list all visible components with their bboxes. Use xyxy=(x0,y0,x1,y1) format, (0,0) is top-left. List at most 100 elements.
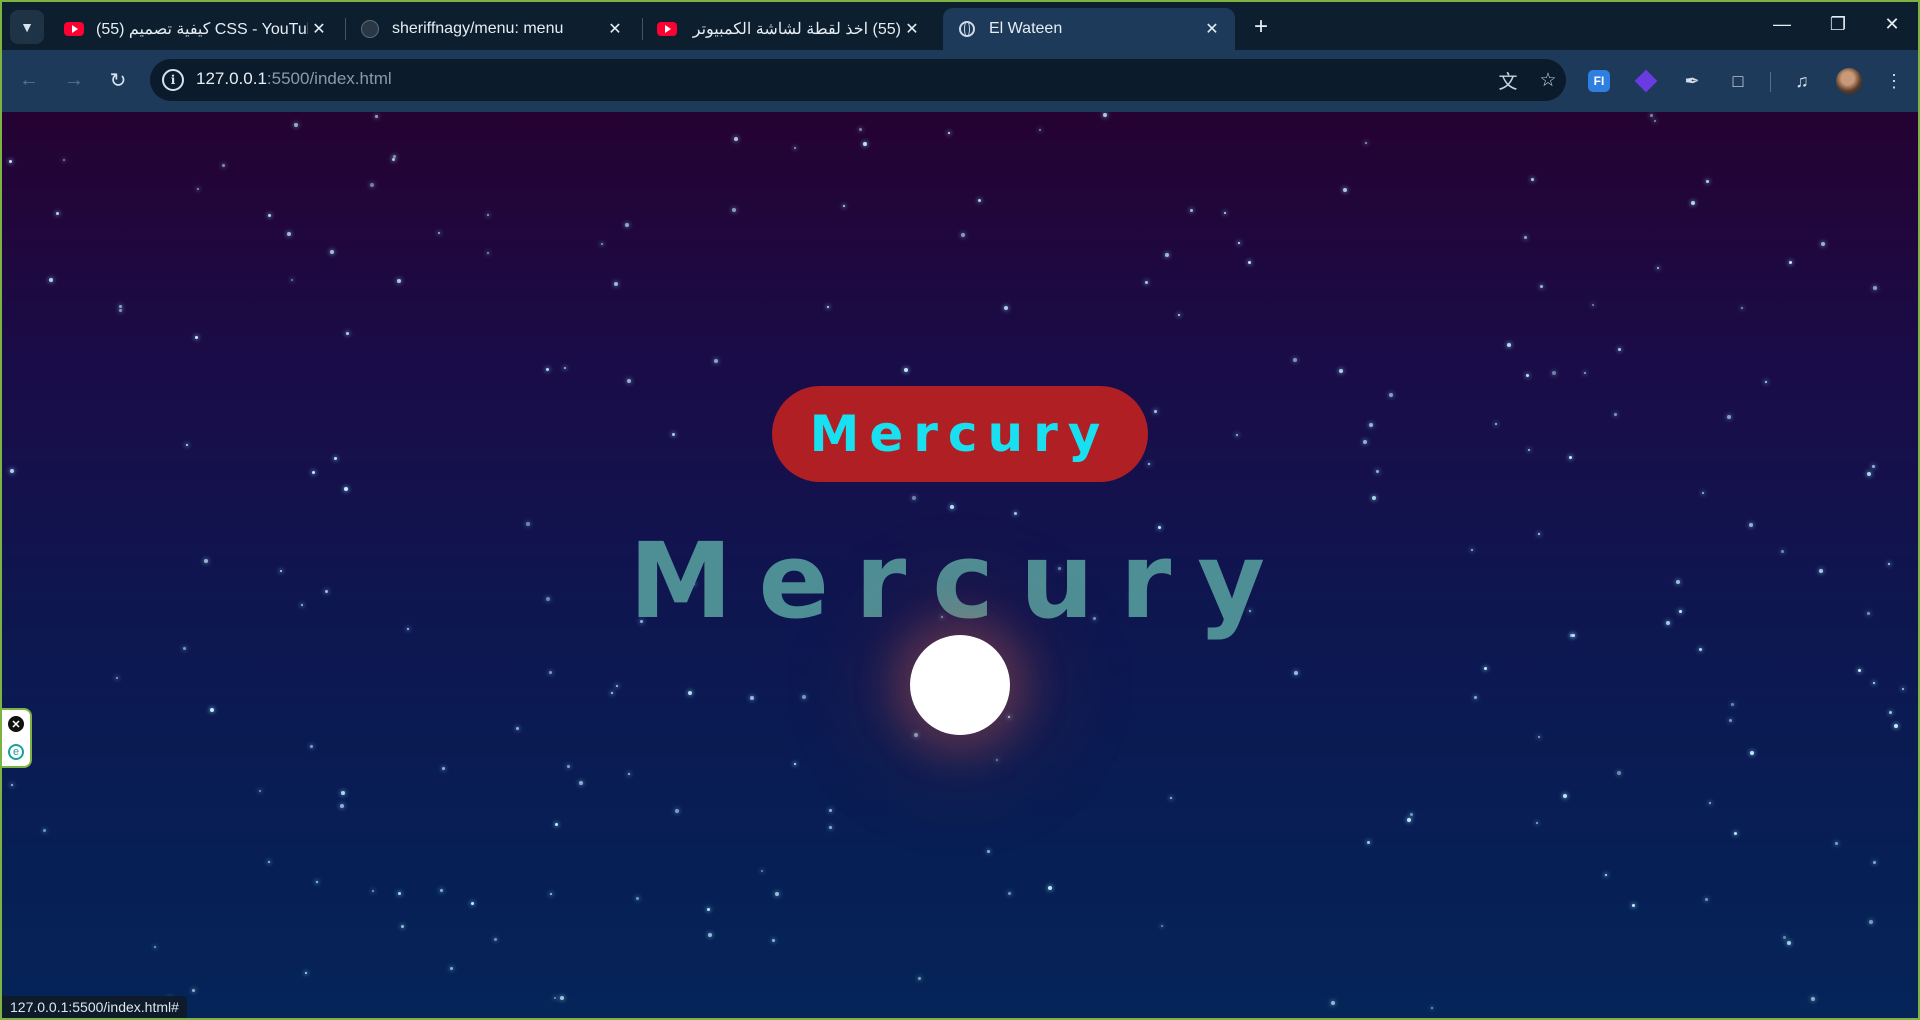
star xyxy=(316,881,318,883)
star xyxy=(1039,129,1041,131)
star xyxy=(1894,724,1898,728)
star xyxy=(222,164,225,167)
star xyxy=(601,243,603,245)
translate-icon[interactable]: 文 xyxy=(1496,68,1520,93)
star xyxy=(829,826,832,829)
restore-icon[interactable]: ❐ xyxy=(1810,2,1866,46)
star xyxy=(675,809,679,813)
new-tab-icon[interactable]: + xyxy=(1246,12,1276,42)
star xyxy=(1293,358,1297,362)
star xyxy=(550,893,552,895)
extension-cube-icon[interactable] xyxy=(1634,69,1658,93)
star xyxy=(628,773,630,775)
star xyxy=(1367,841,1370,844)
close-icon[interactable]: ✕ xyxy=(901,18,923,40)
star xyxy=(1783,936,1786,939)
star xyxy=(750,696,754,700)
star xyxy=(197,188,199,190)
close-icon[interactable]: ✕ xyxy=(604,18,626,40)
tab-youtube-screenshot[interactable]: (55) اخذ لقطة لشاشة الكمبيوتر بـ ✕ xyxy=(643,8,935,50)
star xyxy=(1248,261,1251,264)
star xyxy=(672,433,675,436)
star xyxy=(1789,261,1792,264)
star xyxy=(195,336,198,339)
star xyxy=(616,685,618,687)
star xyxy=(1294,671,1298,675)
kebab-menu-icon[interactable]: ⋮ xyxy=(1880,67,1908,95)
star xyxy=(707,908,710,911)
star xyxy=(1431,1007,1433,1009)
star xyxy=(291,279,293,281)
star xyxy=(1858,669,1861,672)
close-icon[interactable]: ✕ xyxy=(8,716,24,732)
star xyxy=(1592,304,1594,306)
tab-title: (55) اخذ لقطة لشاشة الكمبيوتر بـ xyxy=(689,21,901,38)
star xyxy=(732,208,736,212)
back-icon[interactable]: ← xyxy=(14,65,44,95)
site-info-icon[interactable]: i xyxy=(162,69,184,91)
close-window-icon[interactable]: ✕ xyxy=(1864,2,1918,46)
profile-avatar[interactable] xyxy=(1836,68,1862,94)
star xyxy=(772,939,775,942)
bookmark-star-icon[interactable]: ☆ xyxy=(1536,68,1560,92)
browser-window: ▼ (55) كيفية تصميم CSS - YouTube ✕ sheri… xyxy=(2,2,1918,1018)
star xyxy=(567,765,570,768)
star xyxy=(914,733,918,737)
star xyxy=(192,989,195,992)
star xyxy=(918,977,921,980)
star xyxy=(1654,120,1656,122)
star xyxy=(863,142,867,146)
star xyxy=(1734,832,1737,835)
star xyxy=(1145,281,1148,284)
minimize-icon[interactable]: — xyxy=(1754,2,1810,46)
extension-fi-icon[interactable]: FI xyxy=(1588,70,1610,92)
star xyxy=(734,137,738,141)
star xyxy=(1236,434,1238,436)
star xyxy=(1376,470,1379,473)
youtube-icon xyxy=(64,19,84,39)
star xyxy=(1365,142,1367,144)
star xyxy=(392,158,395,161)
extension-e-icon[interactable]: e xyxy=(8,744,24,760)
extensions-puzzle-icon[interactable]: □ xyxy=(1724,67,1752,95)
star xyxy=(1538,736,1540,738)
star xyxy=(829,809,832,812)
close-icon[interactable]: ✕ xyxy=(308,18,330,40)
forward-icon[interactable]: → xyxy=(59,65,89,95)
star xyxy=(1008,716,1010,718)
address-bar[interactable]: i 127.0.0.1:5500/index.html 文 ☆ xyxy=(150,59,1566,101)
reload-icon[interactable]: ↻ xyxy=(103,65,133,95)
star xyxy=(912,496,916,500)
star xyxy=(1154,410,1157,413)
planet-mercury xyxy=(910,635,1010,735)
star xyxy=(611,692,613,694)
star xyxy=(116,677,118,679)
star xyxy=(450,967,453,970)
star xyxy=(1495,423,1497,425)
tab-el-wateen[interactable]: El Wateen ✕ xyxy=(943,8,1235,50)
close-icon[interactable]: ✕ xyxy=(1201,18,1223,40)
star xyxy=(1474,696,1477,699)
star xyxy=(440,889,443,892)
star xyxy=(340,804,344,808)
tab-search-button[interactable]: ▼ xyxy=(10,10,44,44)
star xyxy=(346,332,349,335)
tab-youtube-css[interactable]: (55) كيفية تصميم CSS - YouTube ✕ xyxy=(50,8,342,50)
youtube-icon xyxy=(657,19,677,39)
mercury-pill-button[interactable]: Mercury xyxy=(772,386,1148,482)
star xyxy=(310,745,313,748)
star xyxy=(1584,372,1586,374)
globe-icon xyxy=(957,19,977,39)
star xyxy=(1552,371,1556,375)
star xyxy=(370,183,374,187)
star xyxy=(1103,113,1107,117)
star xyxy=(1343,188,1347,192)
url-text[interactable]: 127.0.0.1:5500/index.html xyxy=(196,69,392,89)
tab-github-menu[interactable]: sheriffnagy/menu: menu ✕ xyxy=(346,8,638,50)
star xyxy=(1014,512,1017,515)
eyedropper-icon[interactable]: ✒ xyxy=(1678,67,1706,95)
star xyxy=(1821,242,1825,246)
star xyxy=(372,890,374,892)
media-queue-icon[interactable]: ♫ xyxy=(1788,67,1816,95)
star xyxy=(996,759,998,761)
